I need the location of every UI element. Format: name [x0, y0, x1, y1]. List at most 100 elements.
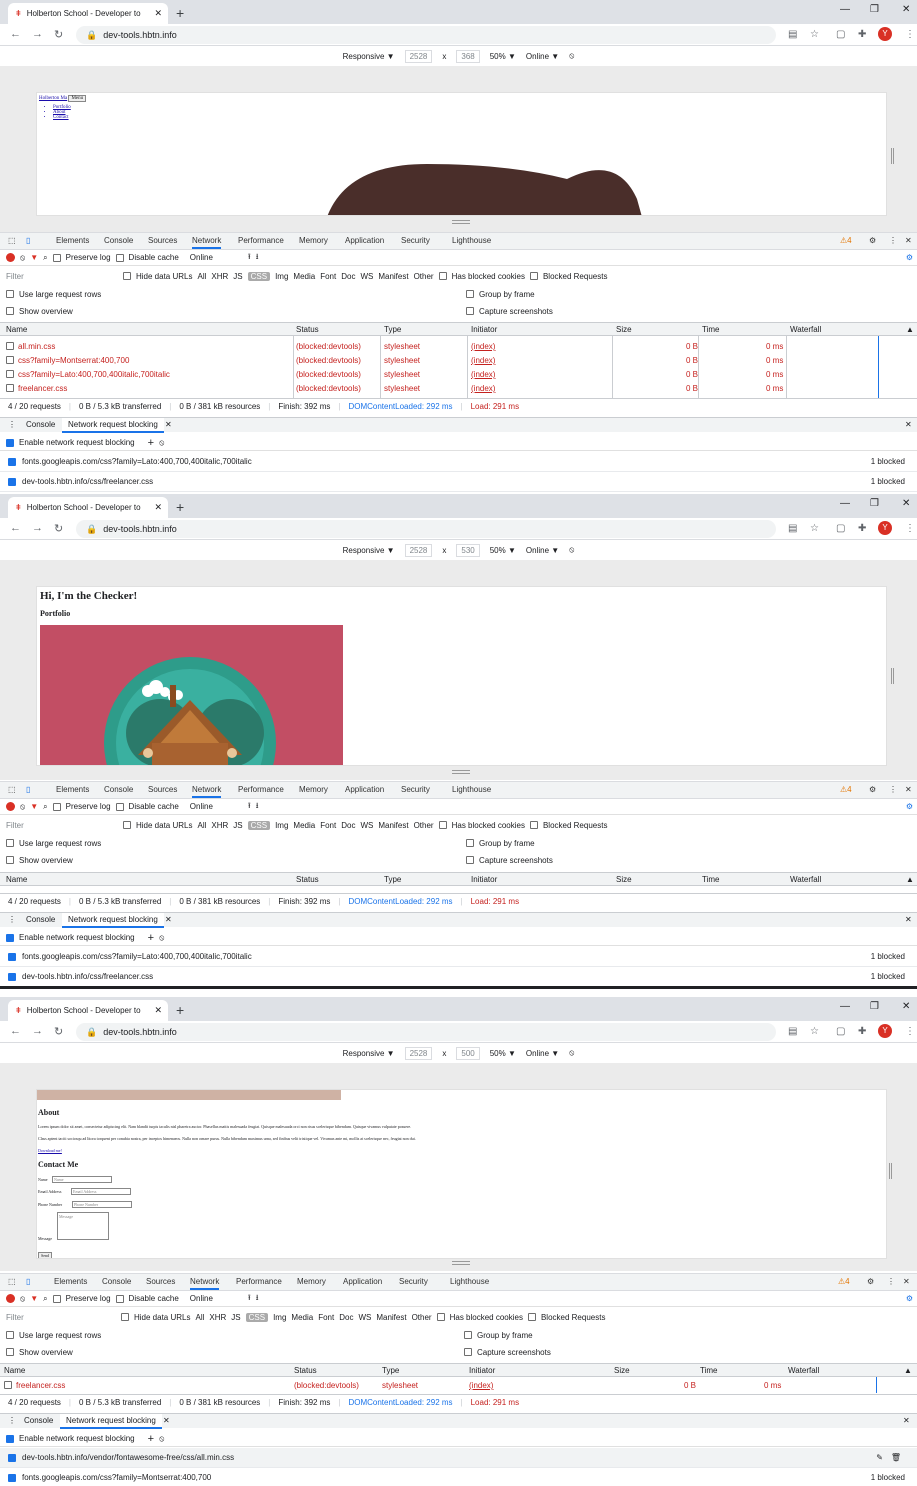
tab-lighthouse[interactable]: Lighthouse: [450, 1277, 489, 1286]
col-name[interactable]: Name: [6, 325, 27, 334]
col-status[interactable]: Status: [296, 325, 319, 334]
brand-link[interactable]: Holberton Ma: [39, 96, 67, 101]
type-doc[interactable]: Doc: [341, 272, 355, 281]
browser-tab[interactable]: ǂ Holberton School - Developer to ✕: [8, 497, 168, 518]
large-rows-checkbox[interactable]: [6, 1331, 14, 1339]
address-bar[interactable]: 🔒 dev-tools.hbtn.info: [76, 1023, 776, 1041]
translate-icon[interactable]: ▤: [788, 523, 797, 534]
throttle-select[interactable]: Online ▼: [526, 546, 559, 555]
type-doc[interactable]: Doc: [341, 821, 355, 830]
resize-handle[interactable]: [452, 770, 470, 774]
type-font[interactable]: Font: [320, 272, 336, 281]
type-manifest[interactable]: Manifest: [378, 821, 408, 830]
download-icon[interactable]: ⭳: [256, 1292, 259, 1306]
search-icon[interactable]: ⌕: [43, 802, 47, 812]
row-initiator[interactable]: (index): [471, 384, 495, 393]
menu-button[interactable]: Menu: [68, 95, 87, 102]
resize-handle[interactable]: [452, 220, 470, 224]
type-other[interactable]: Other: [412, 1313, 432, 1322]
more-menu-icon[interactable]: ⋮: [905, 1026, 915, 1037]
type-img[interactable]: Img: [275, 821, 288, 830]
drawer-close-icon[interactable]: ✕: [905, 420, 912, 429]
col-size[interactable]: Size: [614, 1366, 630, 1375]
clear-icon[interactable]: ⦸: [20, 253, 25, 263]
filter-input[interactable]: Filter: [6, 1313, 116, 1322]
capture-checkbox[interactable]: [466, 307, 474, 315]
devtools-close-icon[interactable]: ✕: [905, 236, 912, 245]
enable-blocking-checkbox[interactable]: [6, 1434, 14, 1443]
network-settings-icon[interactable]: ⚙: [906, 1294, 913, 1303]
more-menu-icon[interactable]: ⋮: [905, 29, 915, 40]
disable-cache-checkbox[interactable]: [115, 253, 124, 262]
scroll-handle[interactable]: [889, 1163, 892, 1179]
sort-up-icon[interactable]: ▲: [906, 875, 914, 884]
disable-cache-checkbox[interactable]: [115, 802, 124, 811]
record-icon[interactable]: [6, 253, 15, 262]
rotate-icon[interactable]: ⦸: [569, 545, 574, 555]
preserve-log-checkbox[interactable]: [52, 802, 61, 811]
upload-icon[interactable]: ⭱: [248, 800, 251, 814]
zoom-select[interactable]: 50% ▼: [490, 546, 516, 555]
cabin-image[interactable]: [40, 625, 343, 766]
tab-sources[interactable]: Sources: [148, 236, 177, 245]
scroll-handle[interactable]: [891, 148, 894, 164]
extension-icon[interactable]: ▢: [836, 29, 845, 40]
sort-up-icon[interactable]: ▲: [906, 325, 914, 334]
type-js[interactable]: JS: [231, 1313, 240, 1322]
col-type[interactable]: Type: [384, 325, 401, 334]
type-other[interactable]: Other: [414, 272, 434, 281]
clear-patterns-icon[interactable]: ⦸: [159, 438, 164, 448]
forward-icon[interactable]: →: [32, 1025, 43, 1037]
download-icon[interactable]: ⭳: [256, 800, 259, 814]
type-js[interactable]: JS: [233, 272, 242, 281]
clear-patterns-icon[interactable]: ⦸: [159, 933, 164, 943]
restore-icon[interactable]: ❐: [870, 498, 879, 509]
tab-memory[interactable]: Memory: [299, 236, 328, 245]
col-type[interactable]: Type: [384, 875, 401, 884]
translate-icon[interactable]: ▤: [788, 1026, 797, 1037]
type-ws[interactable]: WS: [360, 821, 373, 830]
tab-memory[interactable]: Memory: [299, 785, 328, 794]
height-input[interactable]: 530: [456, 543, 480, 557]
clear-icon[interactable]: ⦸: [20, 802, 25, 812]
col-waterfall[interactable]: Waterfall: [788, 1366, 819, 1375]
type-css[interactable]: CSS: [247, 820, 271, 830]
type-xhr[interactable]: XHR: [211, 272, 228, 281]
blocked-pattern[interactable]: dev-tools.hbtn.info/css/freelancer.css 1…: [0, 472, 917, 492]
zoom-select[interactable]: 50% ▼: [490, 1049, 516, 1058]
table-row[interactable]: freelancer.css (blocked:devtools) styles…: [0, 382, 917, 396]
avatar[interactable]: Y: [878, 1024, 892, 1038]
browser-tab[interactable]: ǂ Holberton School - Developer to ✕: [8, 1000, 168, 1021]
drawer-tab-console[interactable]: Console: [24, 1416, 53, 1425]
col-waterfall[interactable]: Waterfall: [790, 875, 821, 884]
message-textarea[interactable]: Message: [57, 1212, 109, 1240]
online-select[interactable]: Online: [190, 253, 213, 262]
bookmark-star-icon[interactable]: ☆: [810, 523, 819, 534]
filter-input[interactable]: Filter: [6, 272, 118, 281]
type-all[interactable]: All: [197, 821, 206, 830]
blocked-pattern[interactable]: dev-tools.hbtn.info/vendor/fontawesome-f…: [0, 1448, 917, 1468]
minimize-icon[interactable]: —: [840, 1001, 850, 1012]
warning-badge[interactable]: ⚠4: [840, 785, 852, 794]
restore-icon[interactable]: ❐: [870, 4, 879, 15]
settings-gear-icon[interactable]: ⚙: [867, 1277, 874, 1286]
drawer-tab-close-icon[interactable]: ✕: [165, 420, 172, 429]
settings-gear-icon[interactable]: ⚙: [869, 785, 876, 794]
type-img[interactable]: Img: [273, 1313, 286, 1322]
device-toggle-icon[interactable]: ▯: [26, 1277, 30, 1286]
edit-pencil-icon[interactable]: ✎: [876, 1453, 883, 1462]
type-media[interactable]: Media: [291, 1313, 313, 1322]
type-media[interactable]: Media: [293, 821, 315, 830]
col-name[interactable]: Name: [4, 1366, 25, 1375]
drawer-tab-close-icon[interactable]: ✕: [165, 915, 172, 924]
col-time[interactable]: Time: [702, 325, 719, 334]
tab-application[interactable]: Application: [345, 785, 384, 794]
resize-handle[interactable]: [452, 1261, 470, 1265]
height-input[interactable]: 500: [456, 1046, 480, 1060]
forward-icon[interactable]: →: [32, 522, 43, 534]
large-rows-checkbox[interactable]: [6, 290, 14, 298]
type-css[interactable]: CSS: [245, 1312, 269, 1322]
col-size[interactable]: Size: [616, 875, 632, 884]
inspect-icon[interactable]: ⬚: [8, 1277, 16, 1286]
puzzle-icon[interactable]: ✚: [858, 29, 866, 40]
